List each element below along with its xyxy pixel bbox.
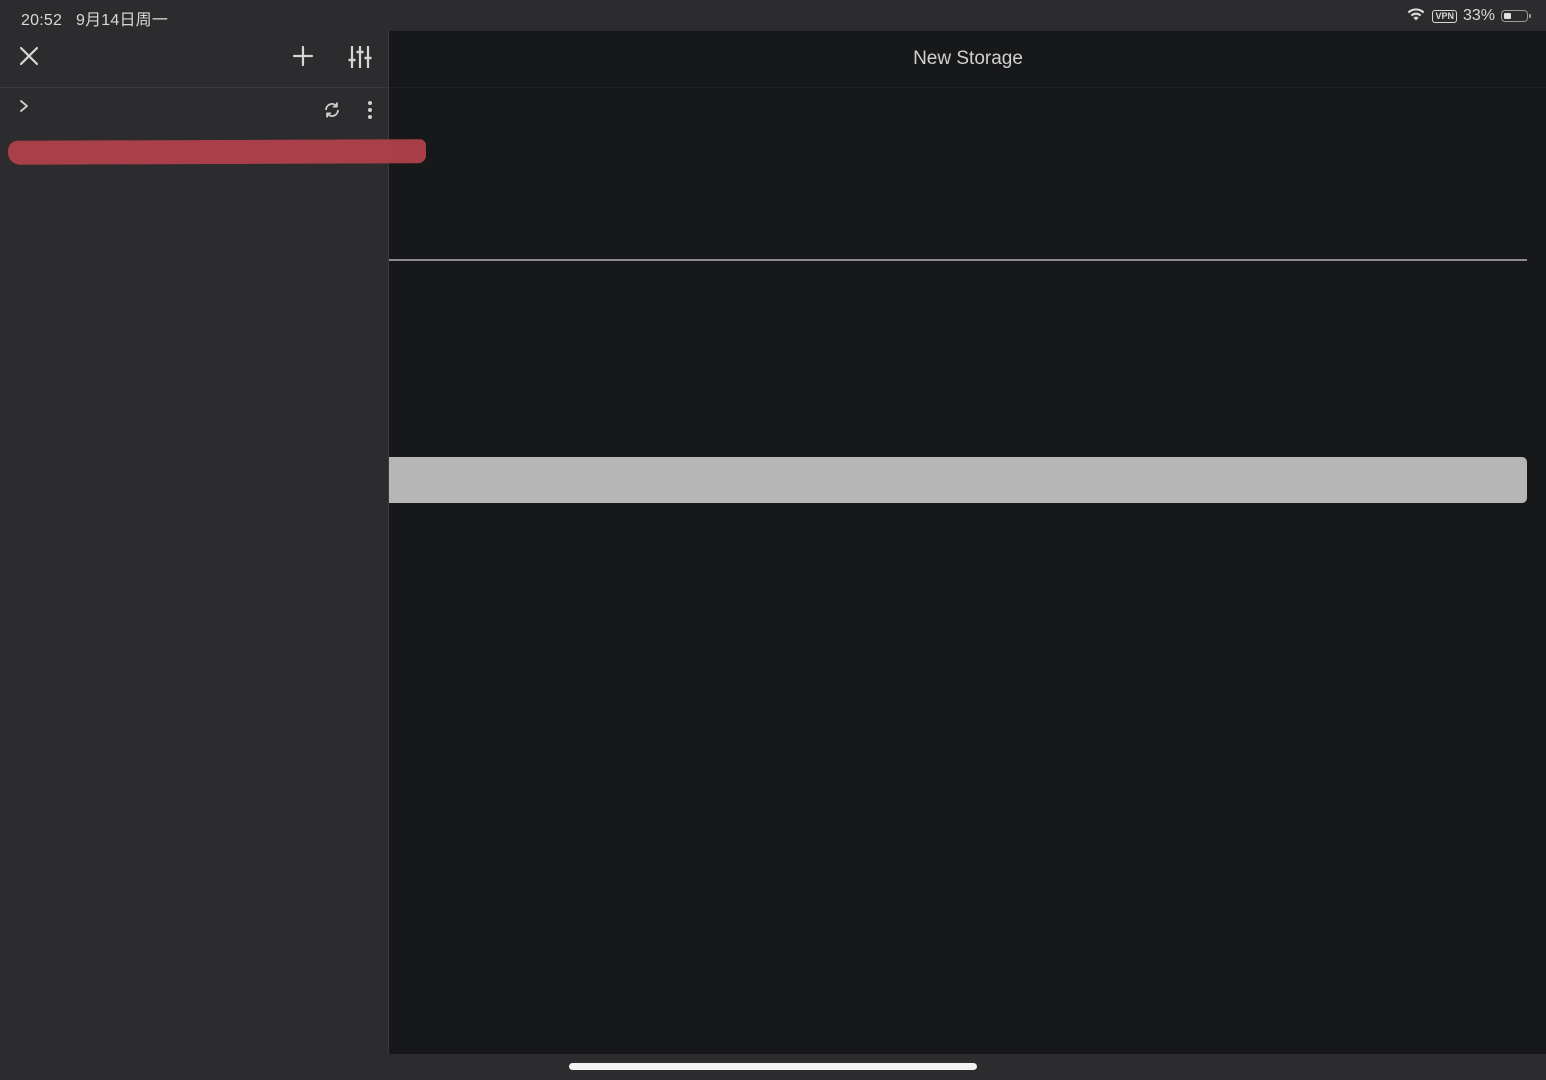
screen: 20:52 9月14日周一 VPN 33% New Storage — [0, 0, 1546, 1080]
storage-list-item[interactable] — [0, 88, 388, 132]
settings-button[interactable] — [344, 41, 376, 73]
wifi-icon — [1406, 7, 1426, 26]
sidebar-toolbar — [0, 31, 388, 88]
status-bar: 20:52 9月14日周一 VPN 33% — [0, 0, 1546, 31]
sync-button[interactable] — [320, 98, 344, 122]
redaction-mark — [7, 139, 427, 165]
sliders-icon — [348, 46, 372, 68]
close-icon — [19, 46, 39, 66]
sidebar — [0, 31, 388, 1080]
plus-icon — [292, 45, 314, 67]
more-options-button[interactable] — [358, 98, 382, 122]
more-vertical-icon — [368, 101, 372, 119]
status-time: 20:52 — [21, 12, 63, 29]
status-indicators: VPN 33% — [1406, 6, 1531, 26]
close-button[interactable] — [14, 41, 44, 71]
status-time-date: 20:52 9月14日周一 — [21, 6, 168, 30]
chevron-right-icon — [20, 100, 28, 112]
expand-button[interactable] — [14, 96, 34, 116]
status-date: 9月14日周一 — [75, 12, 169, 29]
main-header: New Storage — [389, 31, 1546, 88]
battery-percent: 33% — [1462, 7, 1495, 24]
main-panel: New Storage — [388, 31, 1546, 1054]
sync-icon — [325, 102, 339, 118]
add-storage-button[interactable] — [288, 41, 318, 71]
home-indicator[interactable] — [569, 1063, 977, 1070]
battery-level — [1503, 12, 1511, 19]
battery-icon — [1501, 10, 1531, 22]
primary-action-button[interactable] — [389, 457, 1527, 503]
storage-name-input[interactable] — [389, 181, 1527, 261]
page-title: New Storage — [913, 48, 1023, 69]
vpn-badge: VPN — [1432, 9, 1457, 23]
